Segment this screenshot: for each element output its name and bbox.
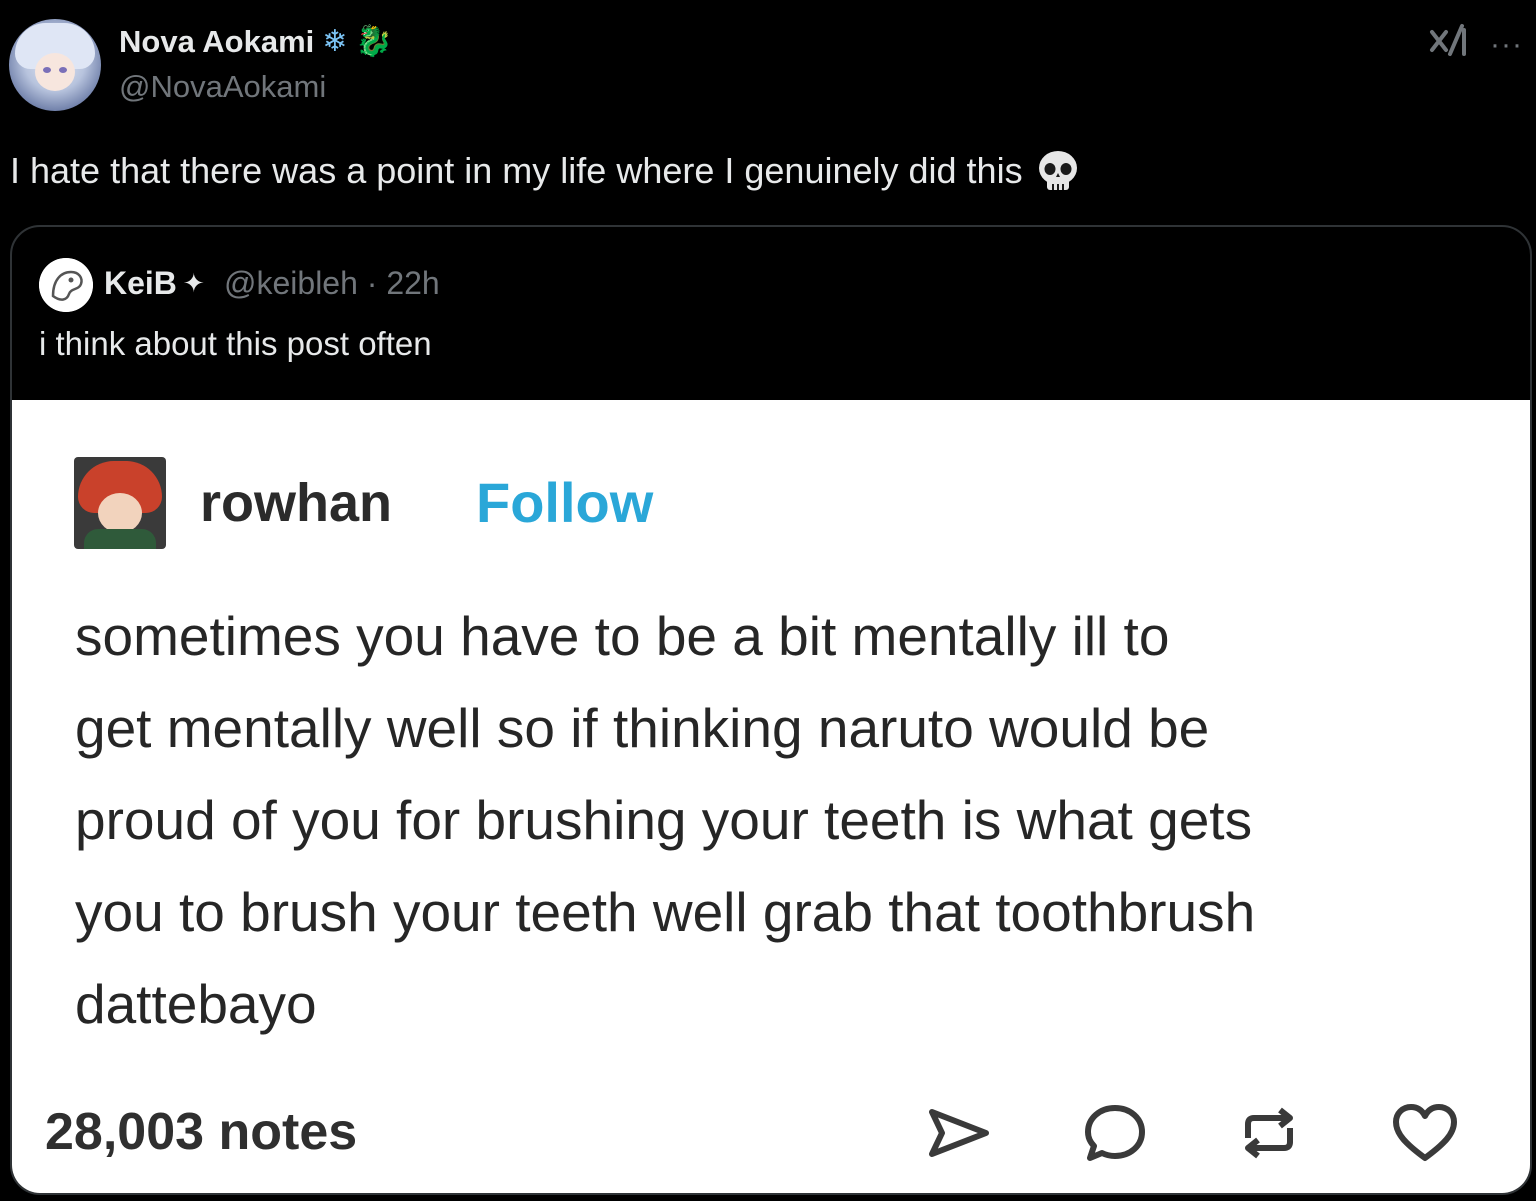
reply-icon: [1080, 1098, 1150, 1168]
tumblr-username: rowhan: [200, 473, 393, 533]
sparkle-badge-icon: ✦: [182, 268, 205, 298]
tweet-text-row: I hate that there was a point in my life…: [10, 148, 1081, 194]
quoted-author-name[interactable]: KeiB: [104, 265, 177, 302]
quoted-author-name-row[interactable]: KeiB ✦: [104, 265, 205, 302]
author-name-row[interactable]: Nova Aokami ❄ 🐉: [119, 24, 393, 60]
tumblr-follow-button: Follow: [476, 471, 654, 534]
skull-emoji-icon: [1038, 151, 1077, 190]
tumblr-notes-count: 28,003 notes: [45, 1103, 358, 1161]
like-icon: [1390, 1098, 1460, 1168]
author-handle[interactable]: @NovaAokami: [119, 69, 326, 105]
quoted-tweet-card[interactable]: KeiB ✦ @keibleh · 22h i think about this…: [10, 225, 1532, 1195]
author-name[interactable]: Nova Aokami: [119, 24, 314, 60]
reblog-icon: [1234, 1098, 1304, 1168]
quoted-author-avatar[interactable]: [39, 258, 93, 312]
quoted-author-meta[interactable]: @keibleh · 22h: [224, 265, 440, 302]
more-options-icon[interactable]: ···: [1490, 28, 1523, 62]
dragon-emoji: 🐉: [355, 25, 393, 58]
snowflake-emoji: ❄: [322, 25, 348, 58]
grok-icon[interactable]: [1428, 20, 1470, 62]
quoted-tweet-text: i think about this post often: [39, 325, 432, 362]
tumblr-post-text: sometimes you have to be a bit mentally …: [75, 605, 1256, 1035]
author-avatar[interactable]: [9, 19, 101, 111]
quoted-image[interactable]: rowhan Follow sometimes you have to be a…: [12, 400, 1530, 1193]
share-icon: [924, 1098, 994, 1168]
tweet-text: I hate that there was a point in my life…: [10, 150, 1023, 191]
tumblr-avatar: [74, 457, 166, 549]
